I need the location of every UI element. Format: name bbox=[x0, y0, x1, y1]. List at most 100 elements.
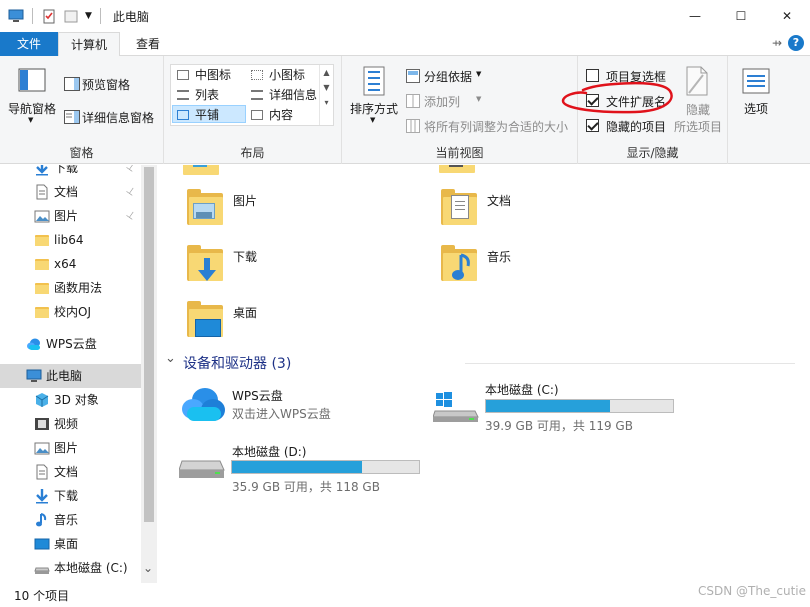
folder-tile[interactable]: 音乐 bbox=[441, 243, 671, 291]
nav-item-label: 文档 bbox=[54, 185, 79, 199]
sort-by-button[interactable]: 排序方式 ▼ bbox=[348, 66, 400, 128]
hide-selected-items-button[interactable]: 隐藏 所选项目 bbox=[672, 66, 724, 134]
folder-tile[interactable]: 图片 bbox=[187, 187, 417, 235]
expand-ribbon-icon[interactable]: ⇸ bbox=[772, 36, 782, 50]
help-icon[interactable]: ? bbox=[788, 35, 804, 51]
nav-item-label: 图片 bbox=[54, 441, 79, 455]
nav-item-label: 图片 bbox=[54, 209, 79, 223]
folder-tile[interactable]: 文档 bbox=[441, 187, 671, 235]
layout-gallery: 中图标 小图标 列表 详细信息 平铺 内容 ▲ ▼ ▾ bbox=[170, 64, 334, 126]
folder-label: 文档 bbox=[487, 194, 512, 208]
current-view-group-label: 当前视图 bbox=[435, 146, 484, 160]
hide-selected-label: 隐藏 bbox=[686, 103, 711, 117]
3d-objects-icon bbox=[34, 392, 50, 408]
hide-selected-icon bbox=[686, 66, 708, 96]
drive-usage-fill bbox=[486, 400, 610, 412]
nav-item[interactable]: 文档 bbox=[0, 460, 141, 484]
nav-item[interactable]: 校内OJ bbox=[0, 300, 141, 324]
nav-scroll-thumb[interactable] bbox=[144, 167, 154, 522]
file-extensions-checkbox[interactable] bbox=[586, 94, 599, 107]
download-icon bbox=[34, 488, 50, 504]
folder-tile[interactable]: 下载 bbox=[187, 243, 417, 291]
folder-tile[interactable]: 桌面 bbox=[187, 299, 417, 347]
new-folder-icon[interactable] bbox=[63, 8, 79, 24]
show-hide-group-label: 显示/隐藏 bbox=[626, 146, 679, 160]
computer-icon[interactable] bbox=[8, 8, 24, 24]
desktop-folder-icon bbox=[187, 299, 223, 337]
layout-tiles[interactable]: 平铺 bbox=[172, 105, 246, 123]
close-button[interactable]: ✕ bbox=[764, 0, 810, 32]
navigation-pane-button[interactable]: 导航窗格 ▼ bbox=[6, 66, 58, 128]
dropdown-arrow-icon: ▼ bbox=[476, 95, 482, 103]
layout-content[interactable]: 内容 bbox=[247, 106, 319, 124]
details-pane-icon bbox=[64, 110, 80, 124]
nav-item[interactable]: 下载 bbox=[0, 484, 141, 508]
nav-item[interactable]: 图片 ⊥ bbox=[0, 204, 141, 228]
file-extensions-label: 文件扩展名 bbox=[606, 95, 667, 109]
nav-item-label: 下载 bbox=[54, 165, 79, 175]
options-button[interactable]: 选项 bbox=[736, 66, 776, 128]
cloud-icon bbox=[26, 336, 42, 352]
folder-icon bbox=[34, 232, 50, 248]
nav-item[interactable]: 3D 对象 bbox=[0, 388, 141, 412]
tab-view[interactable]: 查看 bbox=[122, 32, 174, 56]
nav-item[interactable]: 音乐 bbox=[0, 508, 141, 532]
pictures-folder-icon bbox=[187, 187, 223, 225]
sort-icon bbox=[363, 66, 385, 96]
add-column-icon bbox=[406, 94, 420, 108]
toolbar-divider bbox=[32, 8, 33, 24]
hidden-items-label: 隐藏的项目 bbox=[606, 120, 667, 134]
nav-item[interactable]: lib64 bbox=[0, 228, 141, 252]
hidden-items-checkbox[interactable] bbox=[586, 119, 599, 132]
drive-tile-wps[interactable]: WPS云盘 双击进入WPS云盘 bbox=[177, 383, 407, 429]
pin-icon[interactable]: ⊥ bbox=[120, 180, 141, 205]
layout-group-label: 布局 bbox=[240, 146, 265, 160]
nav-item[interactable]: WPS云盘 bbox=[0, 332, 141, 356]
toolbar-divider bbox=[99, 8, 101, 24]
drive-tile-d[interactable]: 本地磁盘 (D:) 35.9 GB 可用，共 118 GB bbox=[177, 439, 427, 494]
maximize-button[interactable]: ☐ bbox=[718, 0, 764, 32]
nav-item[interactable]: 下载 ⊥ bbox=[0, 165, 141, 180]
layout-gallery-scroll[interactable]: ▲ ▼ ▾ bbox=[319, 65, 333, 125]
pin-icon[interactable]: ⊥ bbox=[120, 165, 141, 180]
drive-tile-c[interactable]: 本地磁盘 (C:) 39.9 GB 可用，共 119 GB bbox=[433, 379, 683, 433]
preview-pane-label: 预览窗格 bbox=[82, 78, 131, 92]
nav-item[interactable]: 视频 bbox=[0, 412, 141, 436]
minimize-button[interactable]: — bbox=[672, 0, 718, 32]
nav-item[interactable]: 桌面 bbox=[0, 532, 141, 556]
nav-item[interactable]: 此电脑 bbox=[0, 364, 141, 388]
nav-item-label: lib64 bbox=[54, 233, 84, 247]
section-chevron-icon[interactable]: ⌄ bbox=[165, 351, 176, 366]
nav-item-label: 下载 bbox=[54, 489, 79, 503]
tiles-icon bbox=[177, 110, 189, 120]
nav-item[interactable]: 图片 bbox=[0, 436, 141, 460]
properties-icon[interactable] bbox=[41, 8, 57, 24]
panes-group: 导航窗格 ▼ 预览窗格 详细信息窗格 窗格 bbox=[0, 56, 164, 164]
devices-section-title[interactable]: 设备和驱动器 (3) bbox=[183, 353, 291, 373]
nav-item[interactable]: 文档 ⊥ bbox=[0, 180, 141, 204]
panes-group-label: 窗格 bbox=[69, 146, 94, 160]
nav-item[interactable]: 函数用法 bbox=[0, 276, 141, 300]
group-by-label: 分组依据 bbox=[424, 70, 473, 84]
tab-computer[interactable]: 计算机 bbox=[58, 32, 120, 57]
navigation-pane-icon bbox=[18, 68, 46, 92]
nav-item-label: 校内OJ bbox=[54, 305, 91, 319]
layout-details[interactable]: 详细信息 bbox=[247, 86, 319, 104]
nav-item[interactable]: x64 bbox=[0, 252, 141, 276]
tab-file[interactable]: 文件 bbox=[0, 32, 58, 56]
layout-list[interactable]: 列表 bbox=[173, 86, 245, 104]
pin-icon[interactable]: ⊥ bbox=[120, 204, 141, 229]
preview-pane-icon bbox=[64, 77, 80, 91]
scroll-down-icon[interactable]: ⌄ bbox=[143, 561, 153, 575]
music-icon bbox=[34, 512, 50, 528]
customize-toolbar-icon[interactable]: ▼ bbox=[85, 11, 92, 21]
drive-free-space: 35.9 GB 可用，共 118 GB bbox=[232, 480, 380, 494]
layout-medium-icons[interactable]: 中图标 bbox=[173, 66, 245, 84]
layout-small-icons[interactable]: 小图标 bbox=[247, 66, 319, 84]
item-checkboxes-checkbox[interactable] bbox=[586, 69, 599, 82]
dropdown-arrow-icon: ▼ bbox=[28, 116, 34, 124]
nav-scrollbar[interactable]: ⌄ bbox=[141, 165, 157, 583]
navigation-pane-label: 导航窗格 bbox=[8, 102, 57, 116]
nav-item[interactable]: 本地磁盘 (C:) bbox=[0, 556, 141, 580]
partial-folder-icon bbox=[183, 165, 219, 175]
